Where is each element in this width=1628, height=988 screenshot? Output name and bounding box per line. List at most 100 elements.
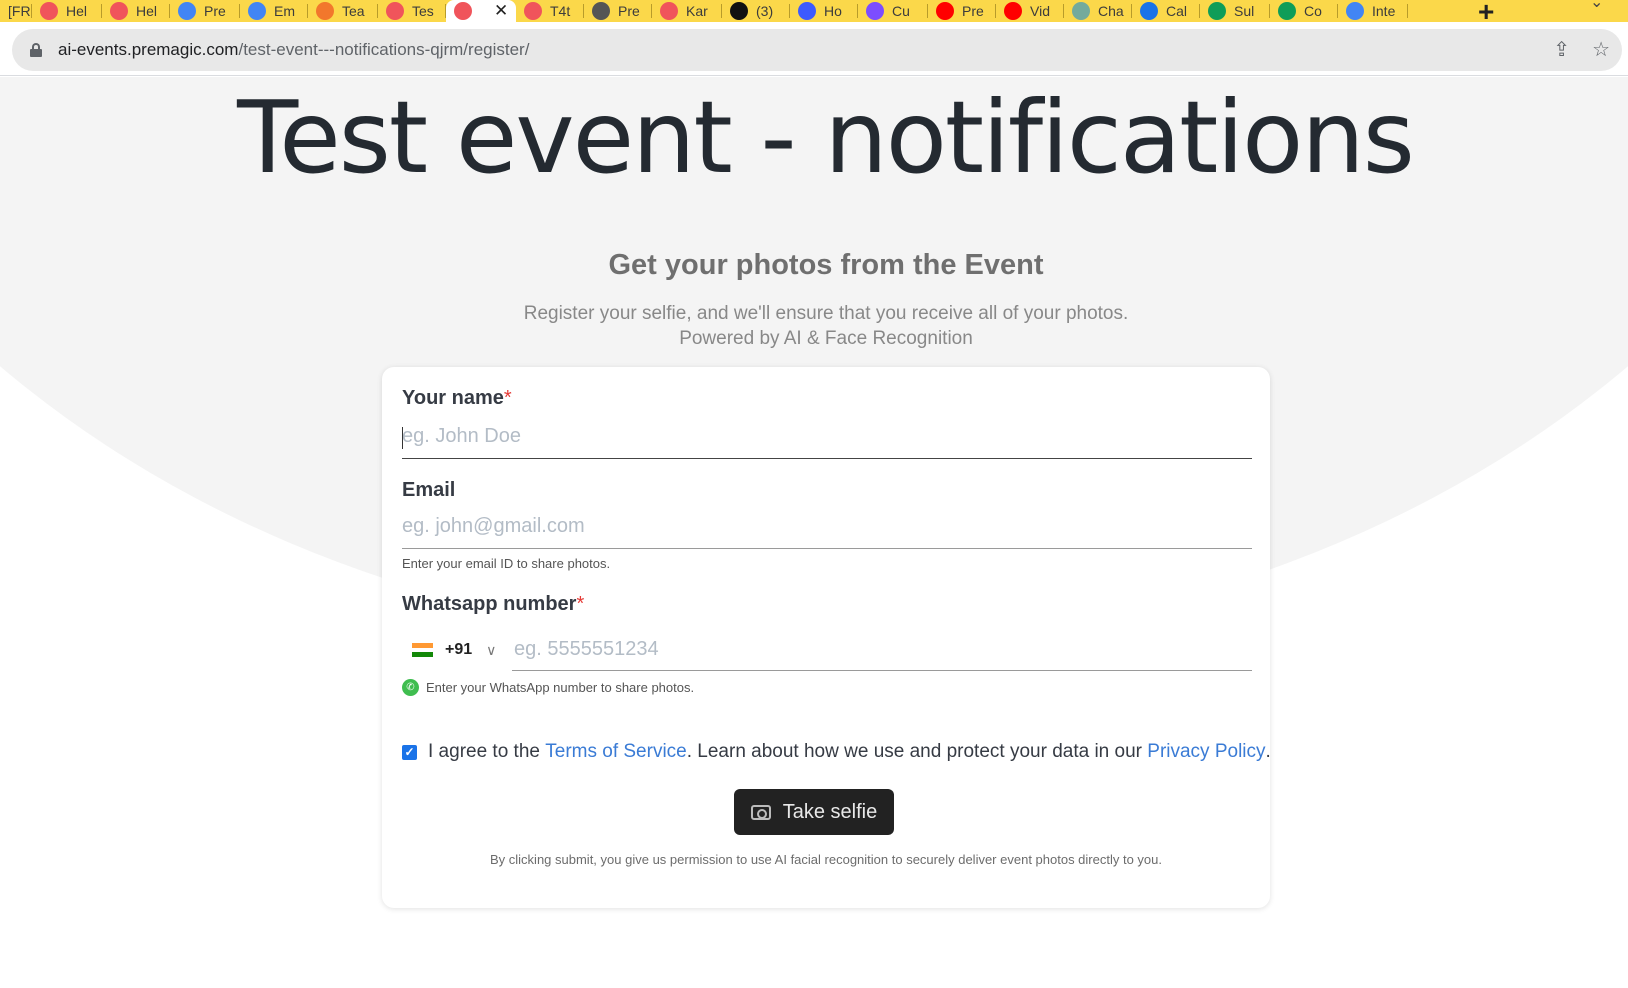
browser-tab[interactable]: Inte <box>1338 0 1408 22</box>
tab-title: Co <box>1304 3 1322 19</box>
tab-title: Ho <box>824 3 842 19</box>
agree-middle: . Learn about how we use and protect you… <box>686 741 1142 762</box>
tab-title: Kar <box>686 3 708 19</box>
privacy-policy-link[interactable]: Privacy Policy <box>1147 741 1265 763</box>
event-title: Test event - notifications <box>237 79 1415 196</box>
premagic-icon <box>454 2 472 20</box>
take-selfie-label: Take selfie <box>782 800 878 823</box>
browser-tab-active[interactable]: ✕ <box>446 0 516 22</box>
tab-title: Inte <box>1372 3 1396 19</box>
text-cursor <box>402 427 403 449</box>
consent-text: By clicking submit, you give us permissi… <box>490 852 1162 867</box>
bookmark-star-icon[interactable]: ☆ <box>1592 37 1610 62</box>
url-path: /test-event---notifications-qjrm/registe… <box>238 40 530 59</box>
terms-of-service-link[interactable]: Terms of Service <box>545 741 686 763</box>
sheets-icon <box>1278 2 1296 20</box>
whatsapp-number-input[interactable] <box>512 629 1252 671</box>
page-subtitle: Get your photos from the Event <box>608 249 1044 281</box>
browser-toolbar: ai-events.premagic.com/test-event---noti… <box>0 22 1628 76</box>
tab-title: Pre <box>962 3 984 19</box>
powered-by-line: Powered by AI & Face Recognition <box>679 328 973 349</box>
browser-tab[interactable]: Tes <box>378 0 446 22</box>
browser-tab[interactable]: Kar <box>652 0 722 22</box>
name-label-text: Your name <box>402 387 504 409</box>
browser-tab[interactable]: [FR <box>0 0 32 22</box>
lock-icon[interactable] <box>30 43 42 57</box>
agree-suffix: . <box>1265 741 1271 762</box>
take-selfie-button[interactable]: Take selfie <box>734 789 894 835</box>
c-icon <box>798 2 816 20</box>
browser-tab[interactable]: Hel <box>102 0 170 22</box>
url-text[interactable]: ai-events.premagic.com/test-event---noti… <box>58 40 529 60</box>
registration-page: Test event - notifications Get your phot… <box>0 77 1628 988</box>
tab-title: Pre <box>204 3 226 19</box>
close-tab-icon[interactable]: ✕ <box>494 1 508 21</box>
globe-icon <box>592 2 610 20</box>
o-icon <box>1140 2 1158 20</box>
premagic-icon <box>110 2 128 20</box>
premagic-icon <box>386 2 404 20</box>
whatsapp-label-text: Whatsapp number <box>402 593 577 615</box>
tab-title: Cu <box>892 3 910 19</box>
browser-tab[interactable]: Pre <box>928 0 996 22</box>
notion-icon <box>730 2 748 20</box>
tab-search-chevron-icon[interactable]: ⌄ <box>1590 0 1603 12</box>
terms-agreement: ✓ I agree to the Terms of Service. Learn… <box>402 741 1271 763</box>
browser-tab[interactable]: (3) <box>722 0 790 22</box>
youtube-icon <box>936 2 954 20</box>
browser-tab[interactable]: Cha <box>1064 0 1132 22</box>
tab-separator <box>1407 4 1408 18</box>
terms-checkbox[interactable]: ✓ <box>402 744 417 760</box>
orange-circle-icon <box>316 2 334 20</box>
chevron-down-icon[interactable]: ∨ <box>486 642 496 659</box>
tab-title: Sul <box>1234 3 1255 19</box>
browser-tab[interactable]: Hel <box>32 0 102 22</box>
sheets-icon <box>1208 2 1226 20</box>
chatgpt-icon <box>1072 2 1090 20</box>
tab-title: Cal <box>1166 3 1188 19</box>
required-asterisk: * <box>576 593 585 615</box>
camera-icon <box>750 804 771 820</box>
phone-input-group: +91 ∨ <box>402 629 1252 671</box>
browser-tab[interactable]: Sul <box>1200 0 1270 22</box>
docs-icon <box>248 2 266 20</box>
tab-title: Em <box>274 3 295 19</box>
browser-tab[interactable]: Co <box>1270 0 1338 22</box>
url-domain: ai-events.premagic.com <box>58 40 239 59</box>
tab-title: Hel <box>136 3 158 19</box>
email-input[interactable] <box>402 505 1252 549</box>
registration-form-card: Your name* Email Enter your email ID to … <box>382 367 1271 908</box>
browser-tab-strip: + ⌄ [FR Hel Hel Pre Em Tea Tes ✕ T4t Pre Kar (3) Ho C… <box>0 0 1628 22</box>
tab-title: T4t <box>550 3 571 19</box>
address-bar[interactable]: ai-events.premagic.com/test-event---noti… <box>12 29 1622 71</box>
whatsapp-label: Whatsapp number* <box>402 593 584 616</box>
tab-title: Cha <box>1098 3 1124 19</box>
browser-tab[interactable]: Tea <box>308 0 378 22</box>
browser-tab[interactable]: Ho <box>790 0 858 22</box>
tab-title: (3) <box>756 3 774 19</box>
google-icon <box>1346 2 1364 20</box>
browser-tab[interactable]: T4t <box>516 0 584 22</box>
required-asterisk: * <box>503 387 512 409</box>
india-flag-icon[interactable] <box>412 643 433 658</box>
tab-title: Tea <box>342 3 365 19</box>
youtube-icon <box>1004 2 1022 20</box>
email-helper-text: Enter your email ID to share photos. <box>402 556 611 571</box>
tab-title: Tes <box>412 3 434 19</box>
browser-tab[interactable]: Cal <box>1132 0 1200 22</box>
name-input[interactable] <box>402 415 1252 459</box>
name-label: Your name* <box>402 387 512 410</box>
browser-tab[interactable]: Pre <box>170 0 240 22</box>
whatsapp-helper-text: Enter your WhatsApp number to share phot… <box>426 680 695 695</box>
email-label: Email <box>402 479 456 501</box>
browser-tab[interactable]: Pre <box>584 0 652 22</box>
browser-tab[interactable]: Cu <box>858 0 928 22</box>
country-code-select[interactable]: +91 <box>445 641 472 659</box>
browser-tab[interactable]: Vid <box>996 0 1064 22</box>
browser-tab[interactable]: Em <box>240 0 308 22</box>
premagic-icon <box>524 2 542 20</box>
flower-icon <box>866 2 884 20</box>
tab-title: [FR <box>8 3 31 19</box>
share-icon[interactable]: ⇪ <box>1553 37 1570 62</box>
new-tab-button[interactable]: + <box>1478 0 1494 22</box>
